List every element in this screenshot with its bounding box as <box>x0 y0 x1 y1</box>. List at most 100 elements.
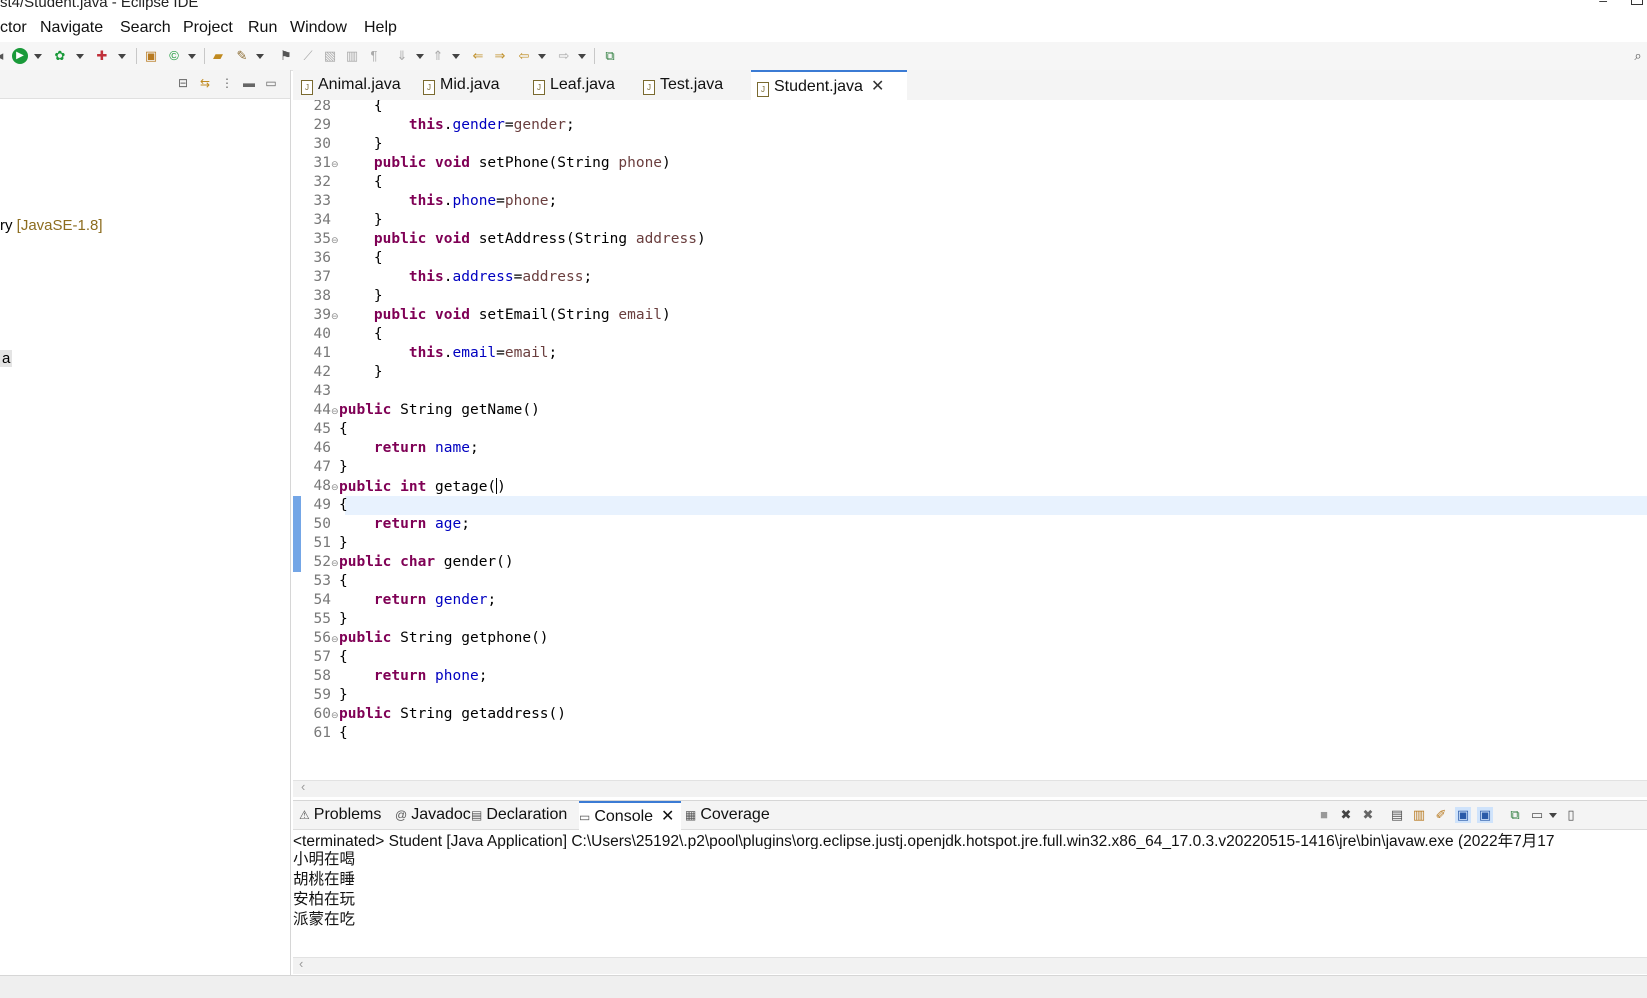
code-editor[interactable]: 28 {29 this.gender=gender; 30 } 31 ⊖ public… <box>293 100 1647 780</box>
code-token: { <box>339 497 348 513</box>
tab-problems[interactable]: ⚠ Problems <box>299 801 389 828</box>
tab-console[interactable]: ▭ Console ✕ <box>579 801 681 830</box>
new-package-icon[interactable]: ▣ <box>143 48 159 64</box>
menu-refactor[interactable]: ctor <box>0 19 27 37</box>
block-selection-icon[interactable]: ▧ <box>322 48 338 64</box>
search-icon[interactable]: ⌕ <box>1630 48 1646 64</box>
close-tab-icon[interactable]: ✕ <box>871 78 884 95</box>
code-token: } <box>339 288 383 304</box>
maximize-icon[interactable] <box>1631 0 1643 5</box>
menu-project[interactable]: Project <box>183 19 233 37</box>
run-dropdown-icon[interactable] <box>34 54 42 59</box>
remove-launch-icon[interactable]: ✖ <box>1338 807 1354 823</box>
annotation-icon[interactable]: ⟋ <box>300 48 316 64</box>
previous-annotation-icon[interactable]: ⇑ <box>430 48 446 64</box>
link-with-editor-icon[interactable]: ⇆ <box>198 76 212 90</box>
new-class-icon[interactable]: © <box>166 48 182 64</box>
tab-label: Coverage <box>700 806 770 823</box>
open-type-icon[interactable]: ▰ <box>210 48 226 64</box>
external-tools-dropdown-icon[interactable] <box>118 54 126 59</box>
code-line: } <box>339 687 348 703</box>
last-edit-forward-icon[interactable]: ⇒ <box>492 48 508 64</box>
tab-mid-java[interactable]: J Mid.java <box>423 70 513 99</box>
keyword-token: public <box>339 479 392 495</box>
code-token: { <box>339 421 348 437</box>
search-dropdown-icon[interactable] <box>256 54 264 59</box>
fold-collapse-icon[interactable]: ⊖ <box>331 634 339 645</box>
tree-item-label: ry <box>0 217 13 234</box>
minimize-icon[interactable]: – <box>1599 0 1607 8</box>
close-tab-icon[interactable]: ✕ <box>661 808 674 825</box>
fold-collapse-icon[interactable]: ⊖ <box>331 235 339 246</box>
forward-dropdown-icon[interactable] <box>578 54 586 59</box>
console-output[interactable]: 小明在喝 胡桃在睡 安柏在玩 派蒙在吃 <box>293 850 1647 930</box>
menu-navigate[interactable]: Navigate <box>40 19 103 37</box>
collapse-all-icon[interactable]: ⊟ <box>176 76 190 90</box>
show-console-on-output-icon[interactable]: ▣ <box>1455 807 1471 823</box>
open-perspective-icon[interactable]: ⧉ <box>602 48 618 64</box>
fold-collapse-icon[interactable]: ⊖ <box>331 311 339 322</box>
line-number: 53 <box>313 573 331 589</box>
minimize-view-icon[interactable]: ▬ <box>242 76 256 90</box>
menu-help[interactable]: Help <box>364 19 397 37</box>
scroll-left-icon[interactable]: ‹ <box>299 956 303 971</box>
new-class-dropdown-icon[interactable] <box>188 54 196 59</box>
show-whitespace-icon[interactable]: ¶ <box>366 48 382 64</box>
menu-window[interactable]: Window <box>290 19 347 37</box>
fold-collapse-icon[interactable]: ⊖ <box>331 558 339 569</box>
debug-run-icon[interactable]: ✿ <box>52 48 68 64</box>
external-tools-icon[interactable]: ✚ <box>94 48 110 64</box>
parameter-token: phone <box>504 193 549 209</box>
tab-label: Declaration <box>486 806 568 823</box>
word-wrap-icon[interactable]: ▥ <box>344 48 360 64</box>
scroll-lock-icon[interactable]: ▥ <box>1411 807 1427 823</box>
tree-item-selected[interactable]: a <box>0 350 13 367</box>
word-wrap-console-icon[interactable]: ✐ <box>1433 807 1449 823</box>
last-edit-location-icon[interactable]: ⇐ <box>470 48 486 64</box>
search-tool-icon[interactable]: ✎ <box>234 48 250 64</box>
next-annotation-dropdown-icon[interactable] <box>416 54 424 59</box>
tab-test-java[interactable]: J Test.java <box>643 70 738 99</box>
clear-console-icon[interactable]: ▤ <box>1389 807 1405 823</box>
toolbar-prev-icon[interactable]: ◂ <box>0 48 8 64</box>
run-icon[interactable]: ▶ <box>12 48 28 64</box>
fold-collapse-icon[interactable]: ⊖ <box>331 406 339 417</box>
menu-search[interactable]: Search <box>120 19 171 37</box>
open-console-icon[interactable]: ▯ <box>1563 807 1579 823</box>
tab-javadoc[interactable]: @ Javadoc <box>395 801 471 828</box>
console-horizontal-scrollbar[interactable]: ‹ <box>293 956 1647 974</box>
tab-animal-java[interactable]: J Animal.java <box>301 70 401 99</box>
remove-all-terminated-icon[interactable]: ✖ <box>1360 807 1376 823</box>
display-selected-console-icon[interactable]: ▭ <box>1529 807 1545 823</box>
back-icon[interactable]: ⇦ <box>516 48 532 64</box>
console-dropdown-icon[interactable] <box>1549 813 1557 818</box>
code-line: { <box>339 421 348 437</box>
line-number: 56 <box>313 630 331 646</box>
forward-icon[interactable]: ⇨ <box>556 48 572 64</box>
toggle-mark-icon[interactable]: ⚑ <box>278 48 294 64</box>
tab-leaf-java[interactable]: J Leaf.java <box>533 70 628 99</box>
scroll-left-icon[interactable]: ‹ <box>301 779 305 794</box>
java-file-icon: J <box>301 80 313 95</box>
next-annotation-icon[interactable]: ⇓ <box>394 48 410 64</box>
debug-dropdown-icon[interactable] <box>76 54 84 59</box>
previous-annotation-dropdown-icon[interactable] <box>452 54 460 59</box>
terminate-icon[interactable]: ■ <box>1316 807 1332 823</box>
fold-collapse-icon[interactable]: ⊖ <box>331 482 339 493</box>
editor-horizontal-scrollbar[interactable]: ‹ <box>293 779 1647 797</box>
maximize-view-icon[interactable]: ▭ <box>264 76 278 90</box>
show-console-on-error-icon[interactable]: ▣ <box>1477 807 1493 823</box>
pin-console-icon[interactable]: ⧉ <box>1507 807 1523 823</box>
tree-item-jre-library[interactable]: ry [JavaSE-1.8] <box>0 217 103 234</box>
tab-coverage[interactable]: ▦ Coverage <box>685 801 785 828</box>
fold-collapse-icon[interactable]: ⊖ <box>331 159 339 170</box>
view-menu-icon[interactable]: ⋮ <box>220 76 234 90</box>
main-toolbar: ◂ ▶ ✿ ✚ ▣ © ▰ ✎ ⚑ ⟋ ▧ ▥ ¶ ⇓ ⇑ ⇐ ⇒ ⇦ ⇨ ⧉ … <box>0 42 1647 71</box>
tab-declaration[interactable]: ▤ Declaration <box>471 801 575 828</box>
tab-student-java[interactable]: J Student.java ✕ <box>751 70 907 101</box>
menu-run[interactable]: Run <box>248 19 277 37</box>
fold-collapse-icon[interactable]: ⊖ <box>331 710 339 721</box>
back-dropdown-icon[interactable] <box>538 54 546 59</box>
line-number: 47 <box>313 459 331 475</box>
keyword-token: return <box>373 668 427 684</box>
